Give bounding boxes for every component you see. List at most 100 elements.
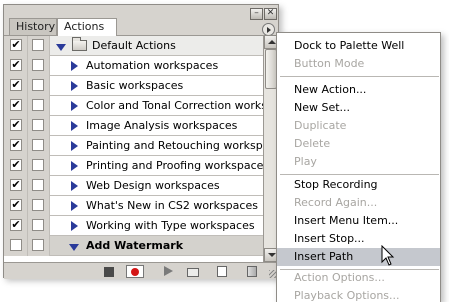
action-label: Web Design workspaces xyxy=(86,179,220,192)
checkmark-icon[interactable]: ✔ xyxy=(10,199,22,211)
action-row-selected[interactable]: Add Watermark xyxy=(4,236,263,256)
toggle-item-column[interactable]: ✔ xyxy=(4,76,28,96)
menu-item-button-mode[interactable]: Button Mode xyxy=(277,55,440,73)
action-row[interactable]: ✔ What's New in CS2 workspaces xyxy=(4,196,263,216)
action-row[interactable]: ✔ Basic workspaces xyxy=(4,76,263,96)
menu-item-new-action[interactable]: New Action... xyxy=(277,81,440,99)
toggle-item-column[interactable] xyxy=(4,236,28,256)
checkmark-icon[interactable]: ✔ xyxy=(10,59,22,71)
toggle-item-column[interactable]: ✔ xyxy=(4,36,28,56)
action-row[interactable]: ✔ Web Design workspaces xyxy=(4,176,263,196)
dialog-toggle-box[interactable] xyxy=(32,199,44,211)
dialog-toggle-column[interactable] xyxy=(28,136,50,156)
toggle-item-column[interactable]: ✔ xyxy=(4,136,28,156)
dialog-toggle-box[interactable] xyxy=(32,159,44,171)
dialog-toggle-box[interactable] xyxy=(32,119,44,131)
checkmark-icon[interactable]: ✔ xyxy=(10,139,22,151)
checkmark-icon[interactable]: ✔ xyxy=(10,219,22,231)
checkmark-icon[interactable]: ✔ xyxy=(10,39,22,51)
action-set-label: Default Actions xyxy=(92,39,176,52)
action-label: Automation workspaces xyxy=(86,59,219,72)
dialog-toggle-box[interactable] xyxy=(32,99,44,111)
menu-item-delete[interactable]: Delete xyxy=(277,135,440,153)
disclosure-closed-icon[interactable] xyxy=(71,161,78,171)
toggle-item-column[interactable]: ✔ xyxy=(4,176,28,196)
dialog-toggle-box[interactable] xyxy=(32,239,44,251)
dialog-toggle-box[interactable] xyxy=(32,139,44,151)
menu-item-insert-stop[interactable]: Insert Stop... xyxy=(277,230,440,248)
disclosure-closed-icon[interactable] xyxy=(71,141,78,151)
menu-item-record-again[interactable]: Record Again... xyxy=(277,194,440,212)
palette-flyout-menu: Dock to Palette Well Button Mode New Act… xyxy=(276,32,441,302)
empty-check-box[interactable] xyxy=(10,239,22,251)
disclosure-open-icon[interactable] xyxy=(56,44,66,51)
dialog-toggle-column[interactable] xyxy=(28,96,50,116)
checkmark-icon[interactable]: ✔ xyxy=(10,79,22,91)
menu-item-stop-recording[interactable]: Stop Recording xyxy=(277,176,440,194)
palette-toolbar xyxy=(4,262,278,279)
disclosure-closed-icon[interactable] xyxy=(71,201,78,211)
dialog-toggle-column[interactable] xyxy=(28,36,50,56)
action-row[interactable]: ✔ Image Analysis workspaces xyxy=(4,116,263,136)
disclosure-closed-icon[interactable] xyxy=(71,121,78,131)
menu-separator xyxy=(280,76,439,77)
dialog-toggle-column[interactable] xyxy=(28,196,50,216)
action-set-default[interactable]: ✔ Default Actions xyxy=(4,36,263,56)
dialog-toggle-box[interactable] xyxy=(32,219,44,231)
dialog-toggle-column[interactable] xyxy=(28,216,50,236)
action-row[interactable]: ✔ Working with Type workspaces xyxy=(4,216,263,236)
menu-item-action-options[interactable]: Action Options... xyxy=(277,269,440,287)
stop-icon[interactable] xyxy=(104,267,114,277)
play-icon[interactable] xyxy=(164,266,173,276)
menu-item-insert-menu-item[interactable]: Insert Menu Item... xyxy=(277,212,440,230)
disclosure-open-icon[interactable] xyxy=(69,244,79,251)
toggle-item-column[interactable]: ✔ xyxy=(4,216,28,236)
menu-item-play[interactable]: Play xyxy=(277,153,440,171)
menu-item-dock-to-palette-well[interactable]: Dock to Palette Well xyxy=(277,37,440,55)
action-row[interactable]: ✔ Printing and Proofing workspaces xyxy=(4,156,263,176)
action-row[interactable]: ✔ Painting and Retouching workspaces xyxy=(4,136,263,156)
dialog-toggle-column[interactable] xyxy=(28,116,50,136)
action-row[interactable]: ✔ Automation workspaces xyxy=(4,56,263,76)
checkmark-icon[interactable]: ✔ xyxy=(10,159,22,171)
palette-titlebar[interactable]: History Actions – ✕ xyxy=(4,5,278,36)
dialog-toggle-box[interactable] xyxy=(32,59,44,71)
action-label: Painting and Retouching workspaces xyxy=(86,139,263,152)
tab-actions[interactable]: Actions xyxy=(57,18,117,36)
toggle-item-column[interactable]: ✔ xyxy=(4,116,28,136)
disclosure-closed-icon[interactable] xyxy=(71,81,78,91)
mouse-pointer-icon xyxy=(381,245,395,266)
minimize-icon[interactable]: – xyxy=(250,8,263,20)
menu-item-playback-options[interactable]: Playback Options... xyxy=(277,287,440,302)
toggle-item-column[interactable]: ✔ xyxy=(4,196,28,216)
close-icon[interactable]: ✕ xyxy=(264,8,277,20)
folder-icon xyxy=(72,37,87,51)
new-action-icon[interactable] xyxy=(217,266,227,277)
action-row[interactable]: ✔ Color and Tonal Correction worksp... xyxy=(4,96,263,116)
dialog-toggle-column[interactable] xyxy=(28,236,50,256)
checkmark-icon[interactable]: ✔ xyxy=(10,99,22,111)
disclosure-closed-icon[interactable] xyxy=(71,221,78,231)
toggle-item-column[interactable]: ✔ xyxy=(4,156,28,176)
disclosure-closed-icon[interactable] xyxy=(71,101,78,111)
toggle-item-column[interactable]: ✔ xyxy=(4,96,28,116)
dialog-toggle-column[interactable] xyxy=(28,156,50,176)
tab-history[interactable]: History xyxy=(9,18,57,36)
record-icon[interactable] xyxy=(126,265,144,278)
dialog-toggle-box[interactable] xyxy=(32,179,44,191)
disclosure-closed-icon[interactable] xyxy=(71,61,78,71)
dialog-toggle-column[interactable] xyxy=(28,76,50,96)
dialog-toggle-box[interactable] xyxy=(32,79,44,91)
dialog-toggle-column[interactable] xyxy=(28,56,50,76)
trash-icon[interactable] xyxy=(247,266,257,277)
menu-item-insert-path[interactable]: Insert Path xyxy=(277,248,440,266)
menu-item-duplicate[interactable]: Duplicate xyxy=(277,117,440,135)
checkmark-icon[interactable]: ✔ xyxy=(10,179,22,191)
dialog-toggle-column[interactable] xyxy=(28,176,50,196)
toggle-item-column[interactable]: ✔ xyxy=(4,56,28,76)
menu-item-new-set[interactable]: New Set... xyxy=(277,99,440,117)
new-set-icon[interactable] xyxy=(187,268,199,277)
dialog-toggle-box[interactable] xyxy=(32,39,44,51)
checkmark-icon[interactable]: ✔ xyxy=(10,119,22,131)
disclosure-closed-icon[interactable] xyxy=(71,181,78,191)
